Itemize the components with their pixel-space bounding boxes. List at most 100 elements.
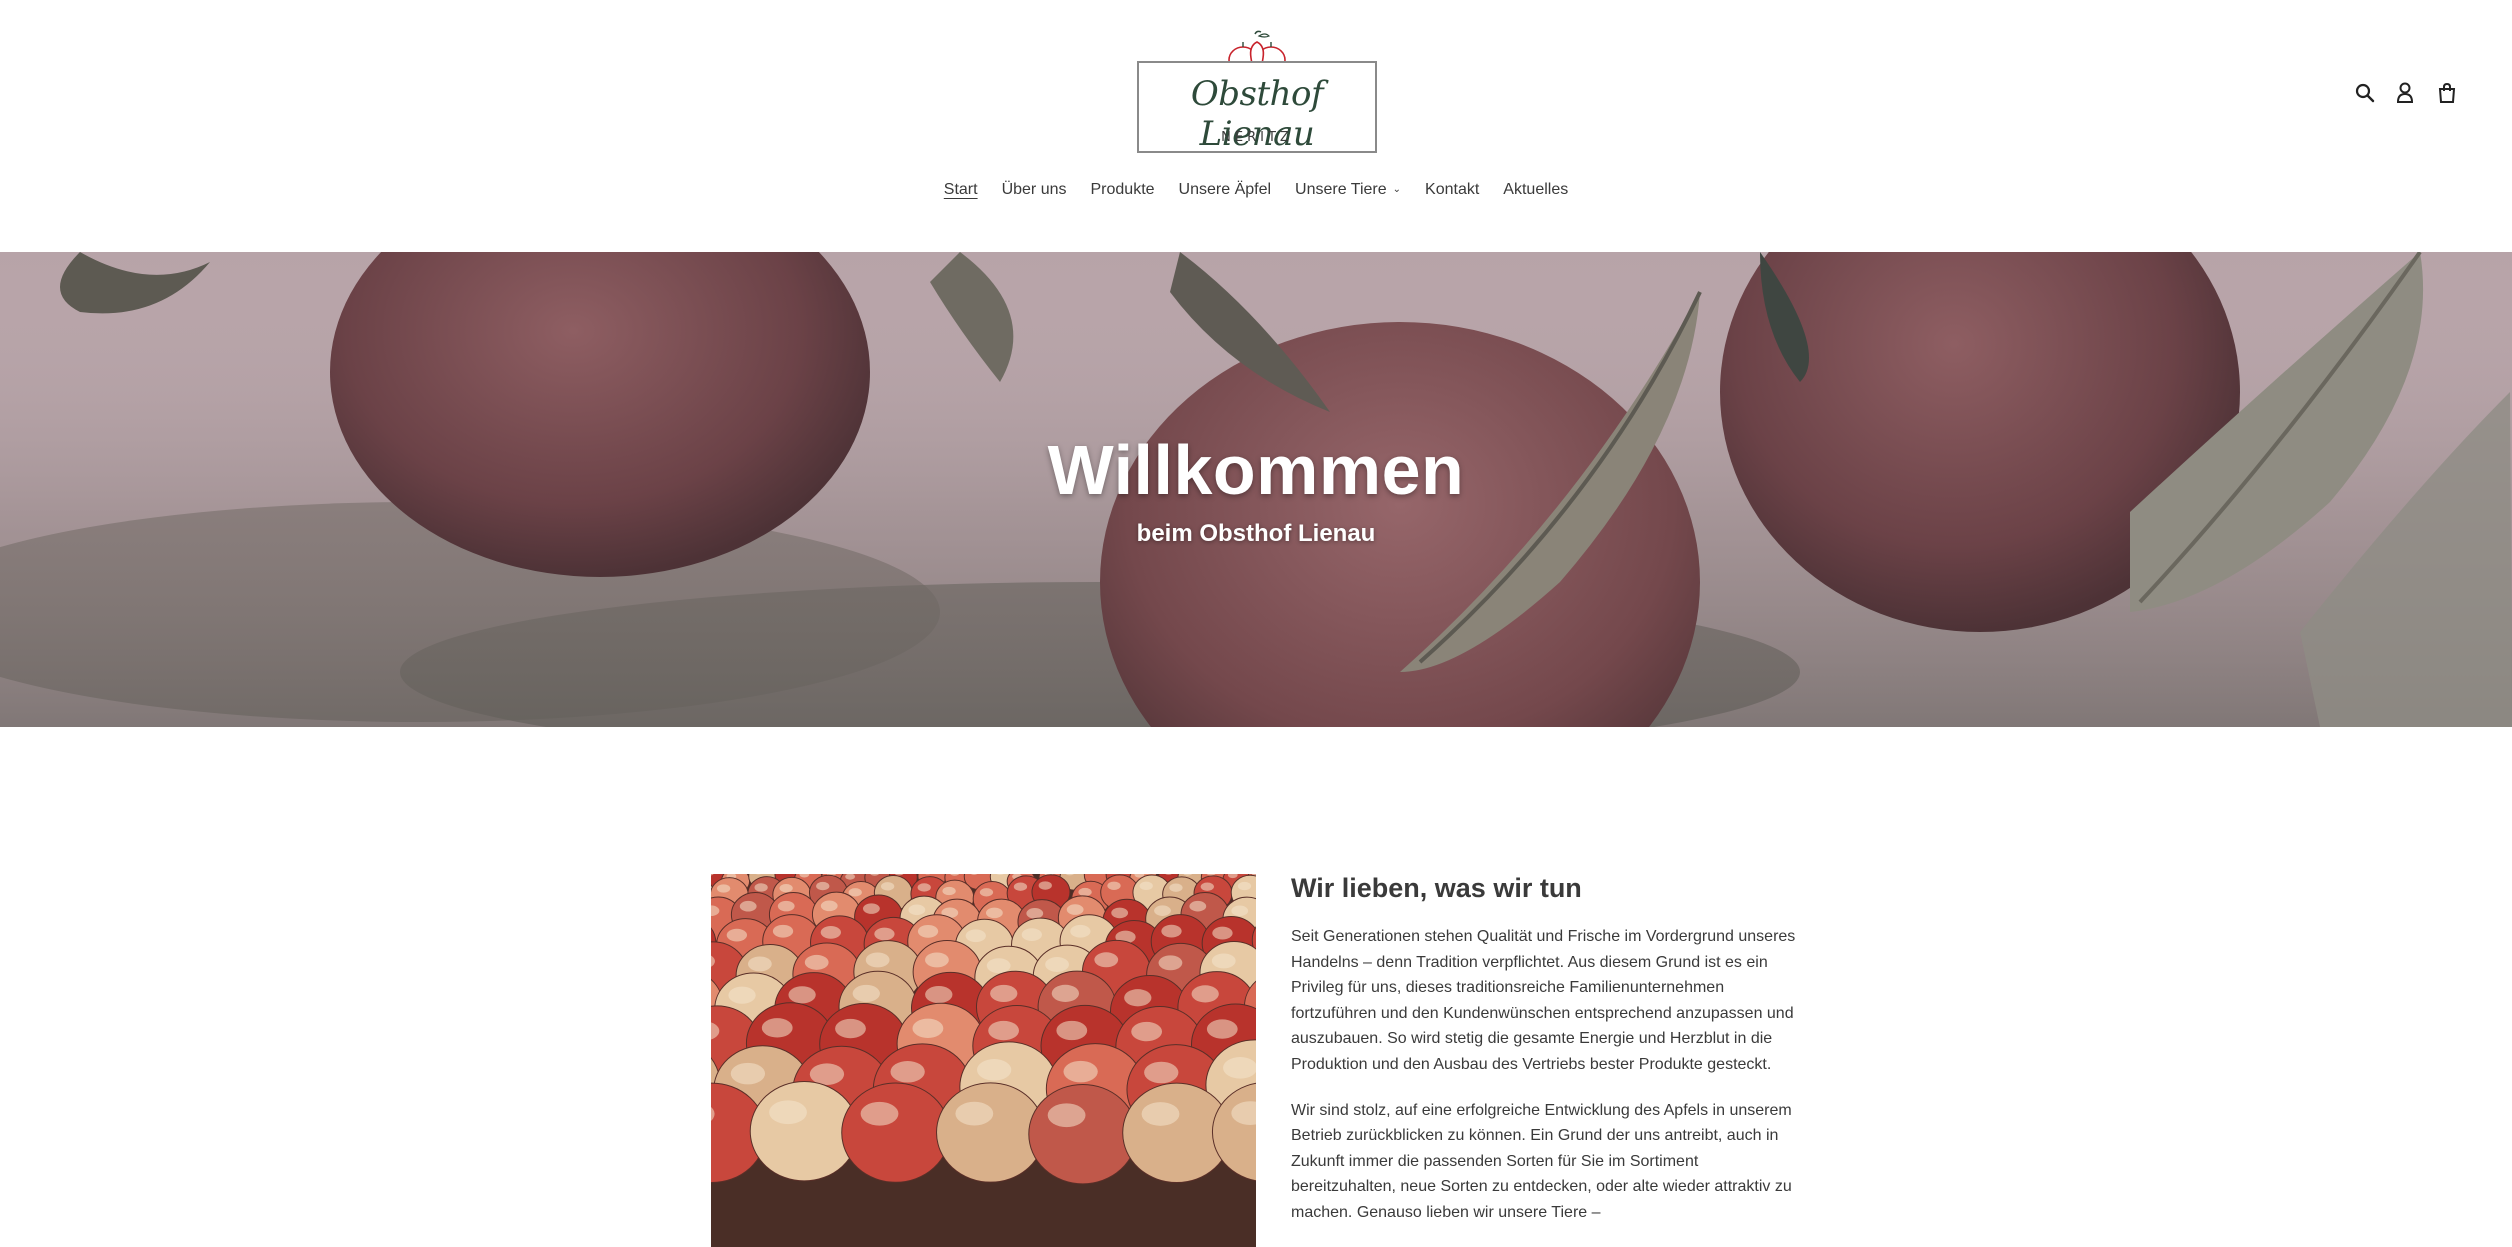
apple-highlight bbox=[908, 904, 926, 916]
apple-highlight bbox=[986, 958, 1011, 974]
header-icons bbox=[2312, 76, 2512, 112]
apple-highlight bbox=[1212, 926, 1233, 940]
apple-highlight bbox=[1144, 1061, 1179, 1084]
apple-highlight bbox=[1131, 1021, 1163, 1042]
apple-highlight bbox=[747, 956, 772, 972]
apple-highlight bbox=[1141, 1102, 1180, 1126]
apple-highlight bbox=[1021, 928, 1042, 942]
apple-highlight bbox=[1237, 881, 1252, 891]
apple-highlight bbox=[816, 881, 830, 891]
site-logo[interactable]: Obsthof Lienau NERITZ bbox=[1137, 30, 1377, 154]
feature-text-block: Wir lieben, was wir tun Seit Generatione… bbox=[1291, 870, 1801, 1246]
apple-highlight bbox=[955, 1101, 994, 1126]
apple-highlight bbox=[1231, 905, 1249, 917]
apple-highlight bbox=[728, 986, 756, 1004]
apple-highlight bbox=[820, 900, 838, 912]
apple-highlight bbox=[820, 925, 841, 939]
apple-highlight bbox=[1026, 908, 1044, 919]
apple-shape bbox=[1028, 1083, 1138, 1185]
apple-highlight bbox=[1206, 1019, 1238, 1039]
apple-highlight bbox=[769, 1100, 807, 1125]
apple-highlight bbox=[1223, 1057, 1256, 1079]
logo-subtitle: NERITZ bbox=[1221, 130, 1293, 145]
apple-highlight bbox=[1107, 881, 1121, 890]
apple-highlight bbox=[726, 928, 748, 942]
apple-highlight bbox=[990, 984, 1018, 1003]
main-nav: Start Über uns Produkte Unsere Äpfel Uns… bbox=[0, 178, 2512, 202]
nav-item-start[interactable]: Start bbox=[932, 178, 990, 202]
apple-highlight bbox=[912, 1018, 944, 1039]
apple-highlight bbox=[890, 1060, 925, 1083]
nav-item-aktuelles[interactable]: Aktuelles bbox=[1491, 178, 1580, 202]
apple-highlight bbox=[1051, 984, 1080, 1002]
apple-highlight bbox=[965, 929, 986, 943]
apple-highlight bbox=[979, 888, 994, 897]
apple-highlight bbox=[852, 984, 880, 1003]
apple-highlight bbox=[1154, 905, 1171, 916]
apple-highlight bbox=[917, 883, 931, 892]
apple-highlight bbox=[860, 1101, 899, 1126]
apple-highlight bbox=[1169, 883, 1183, 892]
hero-title: Willkommen bbox=[1047, 431, 1465, 509]
apple-highlight bbox=[1161, 924, 1182, 938]
apple-highlight bbox=[1013, 882, 1028, 891]
hero-subtitle: beim Obsthof Lienau bbox=[1136, 520, 1376, 547]
nav-item-produkte[interactable]: Produkte bbox=[1079, 178, 1167, 202]
apple-highlight bbox=[925, 985, 953, 1004]
apple-highlight bbox=[739, 900, 757, 912]
apple-highlight bbox=[761, 1018, 793, 1038]
nav-item-unsere-aepfel[interactable]: Unsere Äpfel bbox=[1167, 178, 1284, 202]
apple-shape bbox=[936, 1082, 1046, 1183]
site-header: Obsthof Lienau NERITZ Start Über uns Pro… bbox=[0, 0, 2512, 252]
apple-shape bbox=[841, 1082, 951, 1183]
account-icon[interactable] bbox=[2390, 76, 2420, 110]
search-icon[interactable] bbox=[2350, 76, 2380, 110]
apple-highlight bbox=[985, 907, 1003, 919]
feature-title: Wir lieben, was wir tun bbox=[1291, 873, 1582, 903]
apple-highlight bbox=[1158, 955, 1183, 971]
apple-highlight bbox=[772, 924, 794, 938]
apple-highlight bbox=[804, 954, 829, 970]
apples-image bbox=[711, 874, 1256, 1247]
apple-highlight bbox=[1066, 904, 1084, 915]
apple-highlight bbox=[1200, 882, 1214, 891]
apple-highlight bbox=[716, 884, 731, 893]
apple-highlight bbox=[917, 924, 939, 938]
apple-highlight bbox=[788, 986, 816, 1004]
apple-highlight bbox=[925, 952, 949, 968]
apple-highlight bbox=[848, 888, 862, 897]
apple-highlight bbox=[777, 900, 795, 912]
feature-paragraph: Wir sind stolz, auf eine erfolgreiche En… bbox=[1291, 1101, 1792, 1221]
apple-highlight bbox=[1211, 953, 1236, 969]
hero-banner: Willkommen beim Obsthof Lienau bbox=[0, 252, 2512, 727]
apple-highlight bbox=[809, 1063, 845, 1085]
apple-highlight bbox=[1038, 881, 1052, 890]
apple-highlight bbox=[880, 882, 895, 891]
cart-icon[interactable] bbox=[2432, 76, 2462, 110]
apple-highlight bbox=[835, 1018, 866, 1039]
nav-item-ueber-uns[interactable]: Über uns bbox=[990, 178, 1079, 202]
apple-highlight bbox=[1139, 881, 1153, 891]
apple-highlight bbox=[988, 1020, 1020, 1041]
apple-highlight bbox=[942, 886, 956, 896]
apple-highlight bbox=[1094, 952, 1119, 968]
nav-item-kontakt[interactable]: Kontakt bbox=[1413, 178, 1491, 202]
apple-highlight bbox=[1111, 907, 1129, 919]
apple-highlight bbox=[1056, 1020, 1088, 1041]
nav-item-unsere-tiere[interactable]: Unsere Tiere ⌄ bbox=[1283, 178, 1413, 202]
apple-highlight bbox=[1078, 887, 1092, 897]
apple-highlight bbox=[865, 952, 890, 968]
chevron-down-icon: ⌄ bbox=[1392, 184, 1402, 195]
apple-highlight bbox=[1045, 957, 1069, 973]
apple-highlight bbox=[1063, 1060, 1098, 1083]
apple-highlight bbox=[1189, 900, 1207, 912]
apple-highlight bbox=[1191, 985, 1219, 1003]
apple-highlight bbox=[779, 884, 793, 893]
apple-highlight bbox=[874, 927, 895, 941]
apple-highlight bbox=[977, 1059, 1012, 1081]
apple-highlight bbox=[862, 903, 880, 914]
apple-highlight bbox=[1124, 989, 1152, 1007]
apple-highlight bbox=[1047, 1103, 1086, 1128]
feature-paragraph: Seit Generationen stehen Qualität und Fr… bbox=[1291, 928, 1796, 1073]
apple-highlight bbox=[754, 883, 768, 892]
